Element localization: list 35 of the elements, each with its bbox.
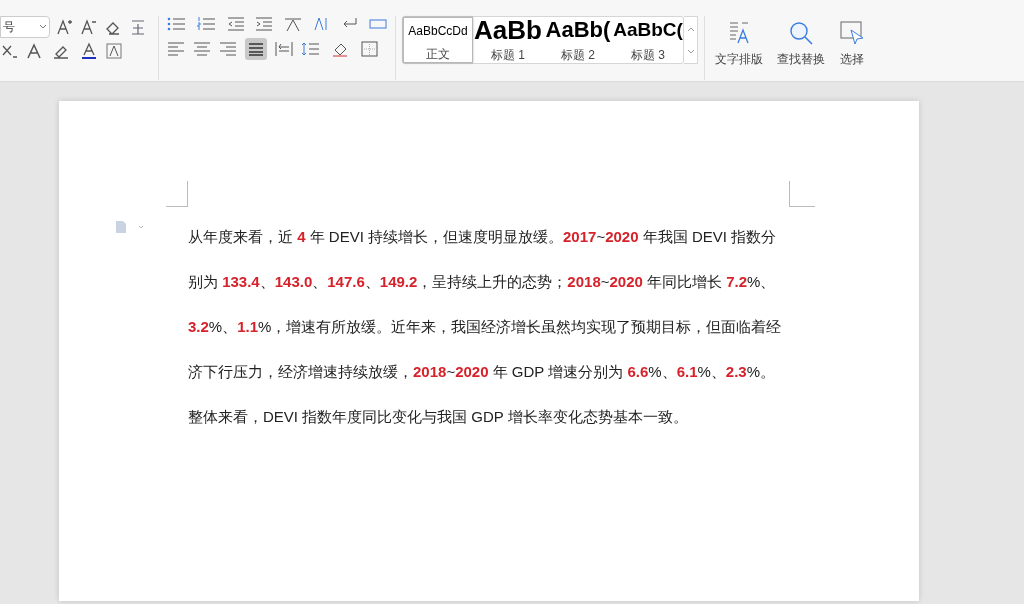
paragraph: 从年度来看，近 4 年 DEVI 持续增长，但速度明显放缓。2017~2020 年我国 DEVI 指数分 别为 133.4、143.0、147.6、149.2，呈持续上升的态势；2018~2020 年同比增长 7.2%、 3.2%、1.1%，增速有所放缓。近年来，我国经济增长虽然均实现了预期目标，但面临着经 济下行压力，经济增速持续放缓，2018~2020 年 GDP 增速分别为 6.6%、6.1%、2.3%。 整体来看，DEVI 指数年度同比变化与我国 GDP 增长率变化态势基本一致。 [188,227,783,427]
dropdown-caret-icon [39,24,47,30]
ribbon-button[interactable]: 查找替换 [775,16,827,68]
subscript-icon[interactable] [2,43,18,59]
gallery-scrollbar[interactable] [684,16,698,64]
style-option[interactable]: AaBb 标题 1 [473,17,543,63]
align-center-icon[interactable] [193,41,211,57]
scroll-down-icon [686,48,695,55]
ribbon-button[interactable]: 文字排版 [713,16,765,68]
increase-indent-icon[interactable] [255,16,273,32]
align-left-icon[interactable] [167,41,185,57]
style-option[interactable]: AaBbC( 标题 3 [613,17,683,63]
margin-corner-mark [166,181,188,207]
borders-icon[interactable] [361,41,379,57]
numbered-list-icon[interactable] [197,16,217,32]
text-direction-icon[interactable] [283,16,303,32]
cursor-select-icon [839,20,865,46]
text-effect-icon[interactable] [26,43,44,59]
style-option[interactable]: AaBb( 标题 2 [543,17,613,63]
justify-button[interactable] [245,38,267,60]
style-option[interactable]: AaBbCcDd 正文 [403,17,473,63]
scroll-up-icon [686,25,695,32]
ribbon-button[interactable]: 选择 [837,16,867,68]
align-right-icon[interactable] [219,41,237,57]
justify-icon [248,42,264,56]
shrink-font-icon[interactable] [80,18,98,36]
bullet-list-icon[interactable] [167,16,187,32]
distribute-icon[interactable] [275,41,293,57]
search-icon [788,20,814,46]
font-size-field[interactable]: 号 [0,16,50,38]
decrease-indent-icon[interactable] [227,16,245,32]
font-color-icon[interactable] [80,42,98,60]
grow-font-icon[interactable] [56,18,74,36]
char-border-icon[interactable] [106,43,122,59]
margin-corner-mark [789,181,815,207]
